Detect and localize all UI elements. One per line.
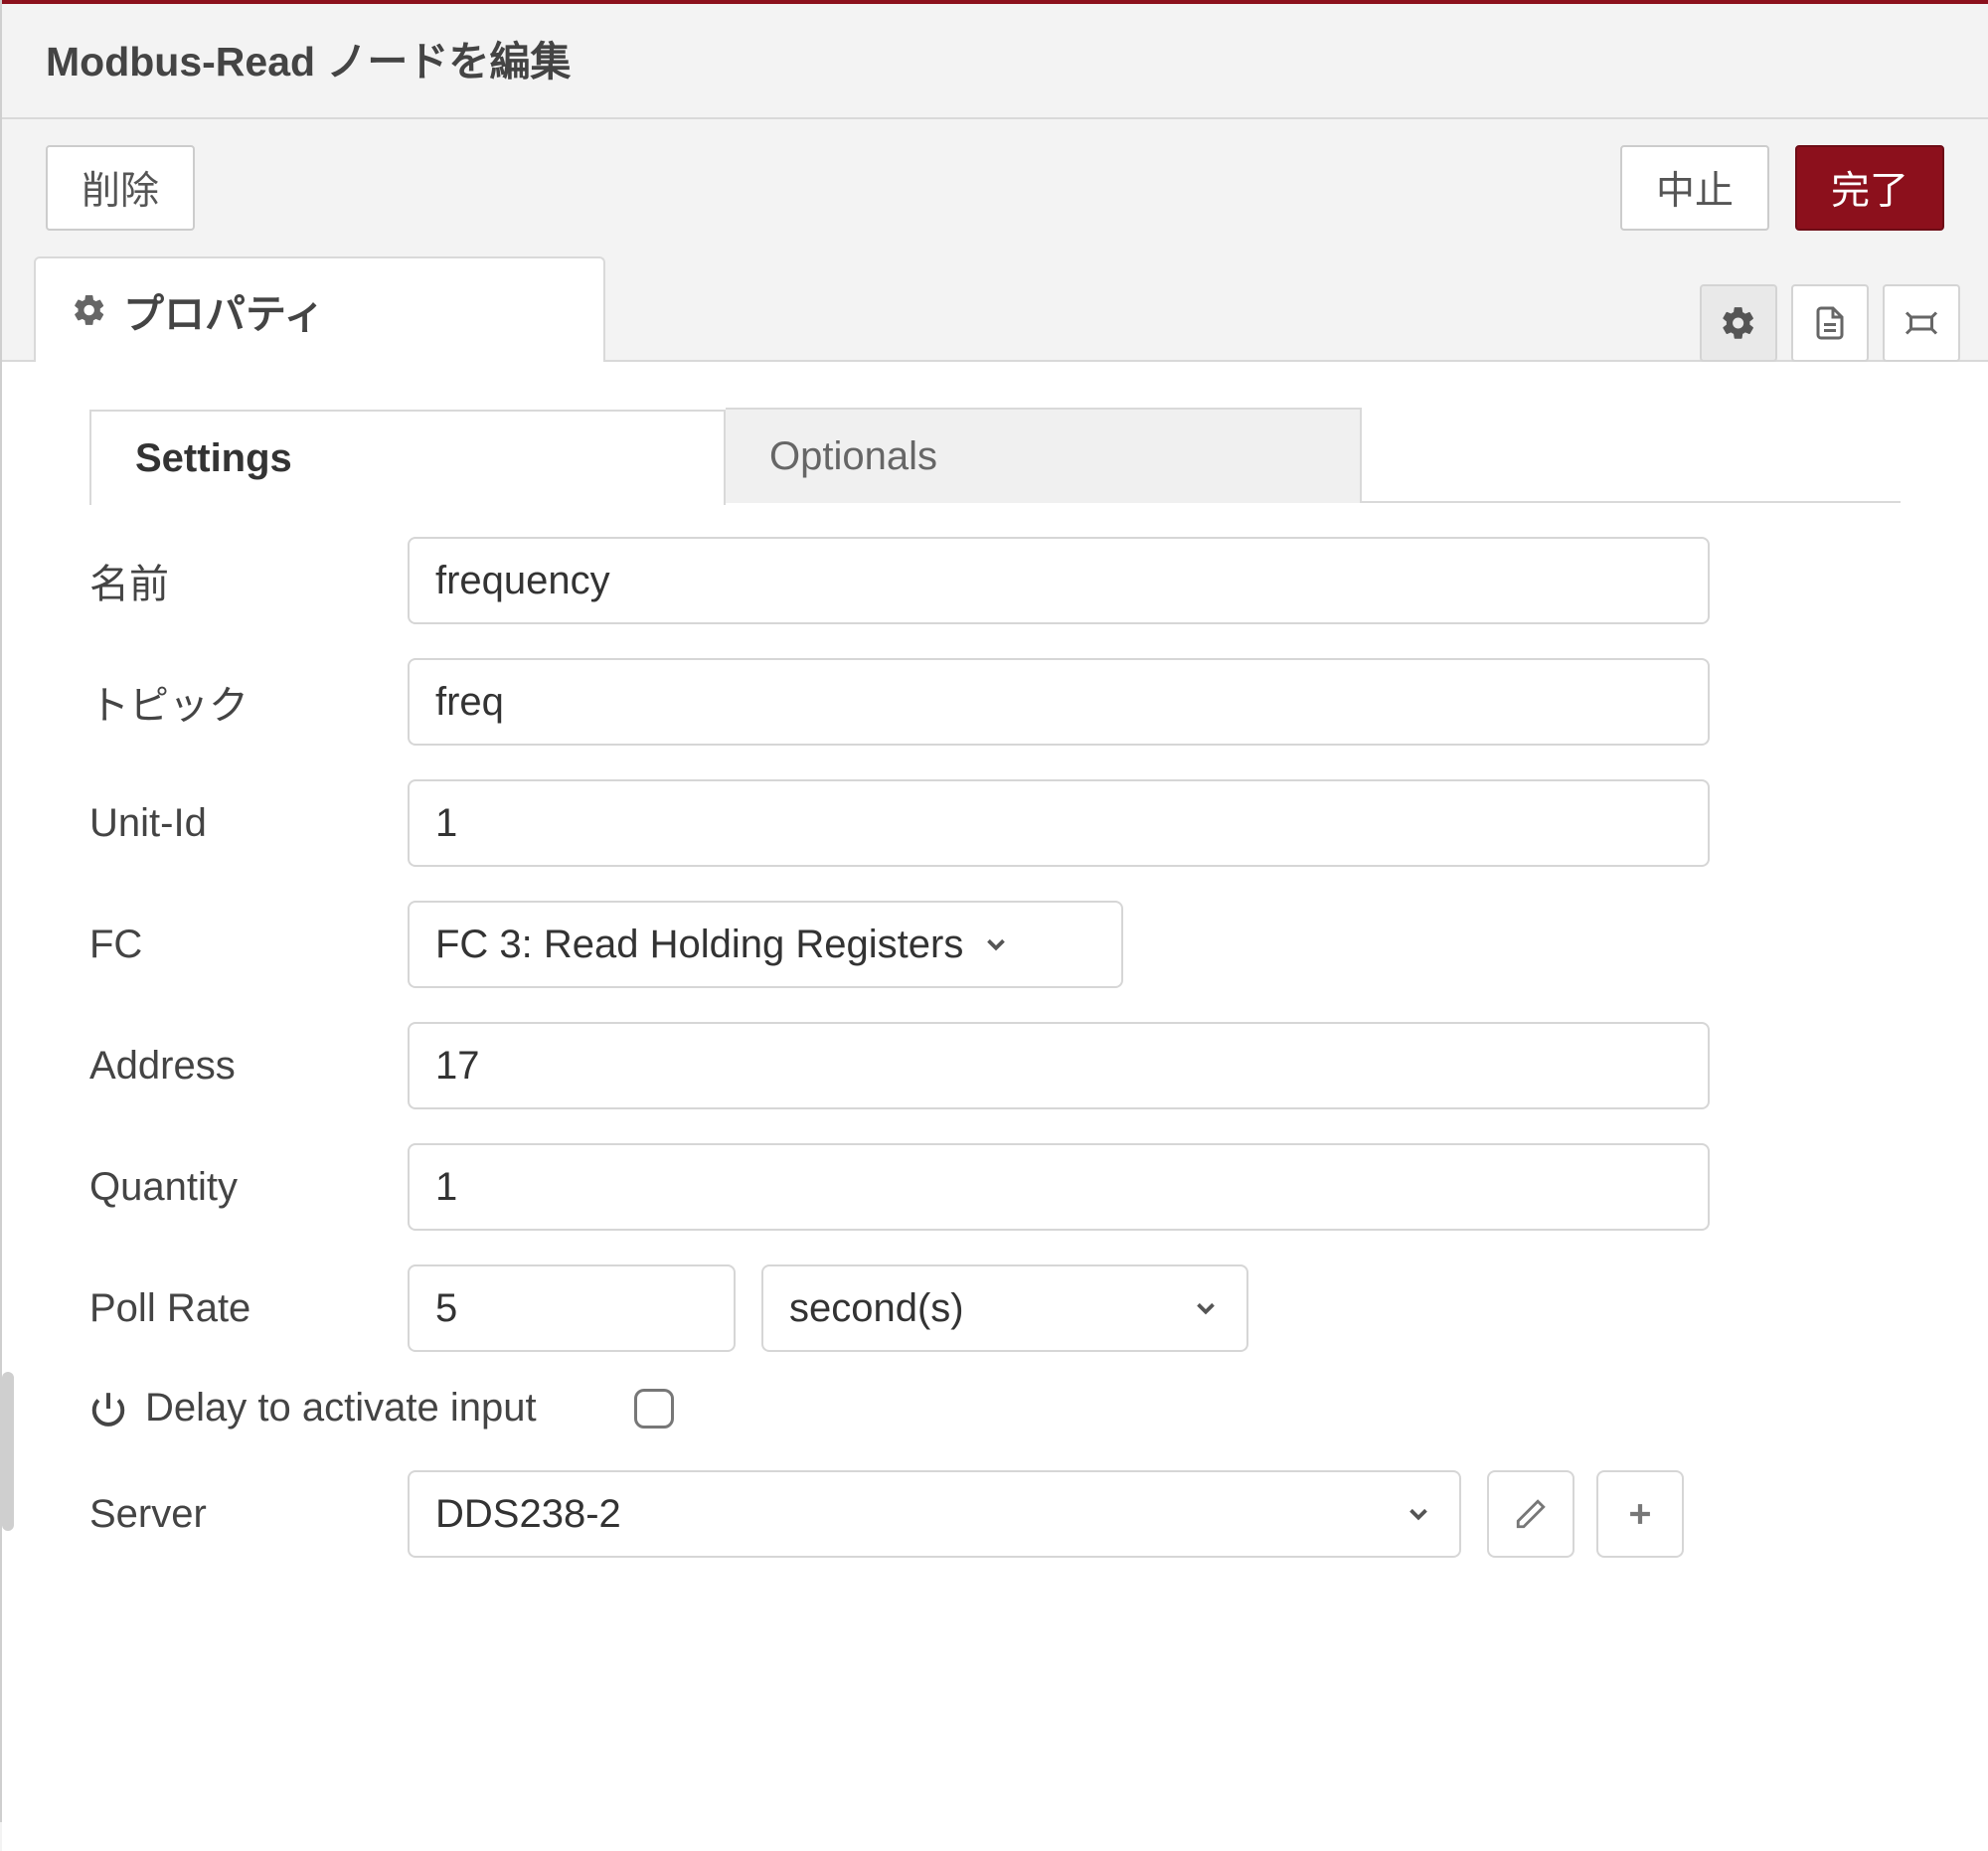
done-button[interactable]: 完了 bbox=[1795, 145, 1944, 231]
tab-properties[interactable]: プロパティ bbox=[34, 256, 605, 362]
node-appearance-icon-button[interactable] bbox=[1883, 284, 1960, 362]
settings-form: 名前 トピック Unit-Id FC FC 3: Read Holding Re… bbox=[89, 503, 1901, 1558]
topic-input[interactable] bbox=[408, 658, 1710, 746]
row-delay: Delay to activate input bbox=[89, 1386, 1901, 1430]
tab-optionals[interactable]: Optionals bbox=[726, 408, 1362, 503]
tab-properties-label: プロパティ bbox=[123, 280, 325, 340]
label-quantity: Quantity bbox=[89, 1165, 408, 1210]
appearance-icon bbox=[1904, 305, 1939, 341]
server-select[interactable]: DDS238-2 bbox=[408, 1470, 1461, 1558]
row-address: Address bbox=[89, 1022, 1901, 1109]
poll-unit-select[interactable]: second(s) bbox=[761, 1264, 1248, 1352]
label-poll-rate: Poll Rate bbox=[89, 1286, 408, 1331]
action-bar: 削除 中止 完了 bbox=[2, 119, 1988, 258]
chevron-down-icon bbox=[1404, 1499, 1433, 1529]
quantity-input[interactable] bbox=[408, 1143, 1710, 1231]
plus-icon bbox=[1623, 1497, 1657, 1531]
unit-id-input[interactable] bbox=[408, 779, 1710, 867]
label-unit-id: Unit-Id bbox=[89, 801, 408, 846]
power-icon bbox=[89, 1390, 127, 1428]
tab-settings[interactable]: Settings bbox=[89, 410, 726, 505]
panel-title: Modbus-Read ノードを編集 bbox=[2, 4, 1988, 119]
label-delay: Delay to activate input bbox=[145, 1386, 537, 1430]
row-unit-id: Unit-Id bbox=[89, 779, 1901, 867]
fc-select-value: FC 3: Read Holding Registers bbox=[435, 923, 963, 967]
scrollbar-thumb[interactable] bbox=[2, 1372, 14, 1531]
node-settings-icon-button[interactable] bbox=[1700, 284, 1777, 362]
tab-strip: プロパティ bbox=[2, 256, 1988, 362]
address-input[interactable] bbox=[408, 1022, 1710, 1109]
cancel-button[interactable]: 中止 bbox=[1620, 145, 1769, 231]
delete-button[interactable]: 削除 bbox=[46, 145, 195, 231]
chevron-down-icon bbox=[981, 929, 1011, 959]
node-description-icon-button[interactable] bbox=[1791, 284, 1869, 362]
row-poll-rate: Poll Rate second(s) bbox=[89, 1264, 1901, 1352]
row-name: 名前 bbox=[89, 537, 1901, 624]
row-quantity: Quantity bbox=[89, 1143, 1901, 1231]
fc-select[interactable]: FC 3: Read Holding Registers bbox=[408, 901, 1123, 988]
chevron-down-icon bbox=[1191, 1293, 1221, 1323]
label-topic: トピック bbox=[89, 673, 408, 731]
row-fc: FC FC 3: Read Holding Registers bbox=[89, 901, 1901, 988]
tab-right-icons bbox=[1700, 270, 1988, 362]
pencil-icon bbox=[1514, 1497, 1548, 1531]
row-server: Server DDS238-2 bbox=[89, 1470, 1901, 1558]
add-server-button[interactable] bbox=[1596, 1470, 1684, 1558]
delay-checkbox[interactable] bbox=[634, 1389, 674, 1429]
label-server: Server bbox=[89, 1492, 408, 1537]
server-select-value: DDS238-2 bbox=[435, 1492, 621, 1537]
row-topic: トピック bbox=[89, 658, 1901, 746]
edit-server-button[interactable] bbox=[1487, 1470, 1574, 1558]
poll-rate-input[interactable] bbox=[408, 1264, 736, 1352]
content-area: Settings Optionals 名前 トピック Unit-Id FC FC… bbox=[2, 360, 1988, 1851]
label-name: 名前 bbox=[89, 552, 408, 609]
poll-unit-value: second(s) bbox=[789, 1286, 964, 1331]
name-input[interactable] bbox=[408, 537, 1710, 624]
gear-icon bbox=[72, 292, 107, 328]
document-icon bbox=[1812, 305, 1848, 341]
gear-icon bbox=[1720, 304, 1757, 342]
label-address: Address bbox=[89, 1044, 408, 1089]
sub-tab-strip: Settings Optionals bbox=[89, 408, 1901, 503]
label-fc: FC bbox=[89, 923, 408, 967]
edit-panel: Modbus-Read ノードを編集 削除 中止 完了 プロパティ bbox=[0, 0, 1988, 1822]
